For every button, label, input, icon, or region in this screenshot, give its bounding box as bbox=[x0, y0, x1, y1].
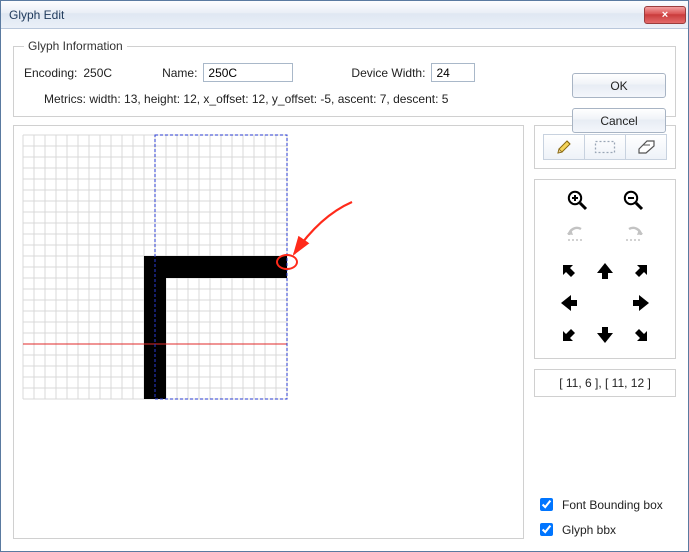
select-tool[interactable] bbox=[585, 134, 626, 160]
close-icon: × bbox=[662, 9, 668, 21]
info-row: Encoding: 250C Name: Device Width: bbox=[24, 63, 665, 82]
main-area: [ 11, 6 ], [ 11, 12 ] Font Bounding box … bbox=[13, 125, 676, 539]
arrow-down-icon bbox=[595, 325, 615, 345]
pan-center bbox=[588, 288, 622, 318]
nav-panel bbox=[534, 179, 676, 359]
pan-up-right[interactable] bbox=[624, 256, 658, 286]
close-button[interactable]: × bbox=[644, 6, 686, 24]
select-rect-icon bbox=[594, 140, 616, 154]
pan-down-right[interactable] bbox=[624, 320, 658, 350]
arrow-down-left-icon bbox=[559, 325, 579, 345]
dialog-window: Glyph Edit × Glyph Information Encoding:… bbox=[0, 0, 689, 552]
undo-icon bbox=[565, 225, 589, 243]
pan-up[interactable] bbox=[588, 256, 622, 286]
arrow-down-right-icon bbox=[631, 325, 651, 345]
titlebar: Glyph Edit × bbox=[1, 1, 688, 29]
glyph-canvas[interactable] bbox=[22, 134, 515, 530]
pan-arrows bbox=[552, 256, 658, 350]
font-bbox-input[interactable] bbox=[540, 498, 553, 511]
arrow-up-icon bbox=[595, 261, 615, 281]
metrics-text: Metrics: width: 13, height: 12, x_offset… bbox=[24, 92, 665, 108]
zoom-in-icon bbox=[566, 189, 588, 211]
arrow-up-right-icon bbox=[631, 261, 651, 281]
font-bbox-label: Font Bounding box bbox=[562, 498, 663, 512]
name-label: Name: bbox=[162, 66, 197, 80]
redo-button[interactable] bbox=[618, 222, 648, 246]
redo-icon bbox=[621, 225, 645, 243]
encoding-value: 250C bbox=[83, 66, 112, 80]
pan-right[interactable] bbox=[624, 288, 658, 318]
annotation-ellipse bbox=[276, 254, 298, 270]
side-panel: [ 11, 6 ], [ 11, 12 ] Font Bounding box … bbox=[534, 125, 676, 539]
ok-button[interactable]: OK bbox=[572, 73, 666, 98]
arrow-up-left-icon bbox=[559, 261, 579, 281]
name-input[interactable] bbox=[203, 63, 293, 82]
pan-left[interactable] bbox=[552, 288, 586, 318]
glyph-bbx-checkbox[interactable]: Glyph bbx bbox=[536, 520, 674, 539]
zoom-out-button[interactable] bbox=[618, 188, 648, 212]
glyph-bbx-input[interactable] bbox=[540, 523, 553, 536]
arrow-right-icon bbox=[631, 293, 651, 313]
encoding-label: Encoding: bbox=[24, 66, 77, 80]
eraser-tool[interactable] bbox=[626, 134, 667, 160]
arrow-left-icon bbox=[559, 293, 579, 313]
cancel-button[interactable]: Cancel bbox=[572, 108, 666, 133]
pencil-tool[interactable] bbox=[543, 134, 585, 160]
device-width-input[interactable] bbox=[431, 63, 475, 82]
pan-down-left[interactable] bbox=[552, 320, 586, 350]
pan-up-left[interactable] bbox=[552, 256, 586, 286]
eraser-icon bbox=[636, 140, 656, 154]
pan-down[interactable] bbox=[588, 320, 622, 350]
glyph-bbx-label: Glyph bbx bbox=[562, 523, 616, 537]
content-area: Glyph Information Encoding: 250C Name: D… bbox=[1, 29, 688, 551]
coords-panel: [ 11, 6 ], [ 11, 12 ] bbox=[534, 369, 676, 397]
glyph-grid-svg bbox=[22, 134, 288, 400]
device-width-label: Device Width: bbox=[351, 66, 425, 80]
pencil-icon bbox=[555, 138, 573, 156]
font-bbox-checkbox[interactable]: Font Bounding box bbox=[536, 495, 674, 514]
glyph-canvas-panel bbox=[13, 125, 524, 539]
checkbox-group: Font Bounding box Glyph bbx bbox=[534, 491, 676, 539]
glyph-info-legend: Glyph Information bbox=[24, 39, 127, 53]
undo-button[interactable] bbox=[562, 222, 592, 246]
dialog-buttons: OK Cancel bbox=[572, 73, 666, 133]
zoom-in-button[interactable] bbox=[562, 188, 592, 212]
zoom-out-icon bbox=[622, 189, 644, 211]
coords-text: [ 11, 6 ], [ 11, 12 ] bbox=[559, 376, 651, 390]
window-title: Glyph Edit bbox=[9, 8, 644, 22]
